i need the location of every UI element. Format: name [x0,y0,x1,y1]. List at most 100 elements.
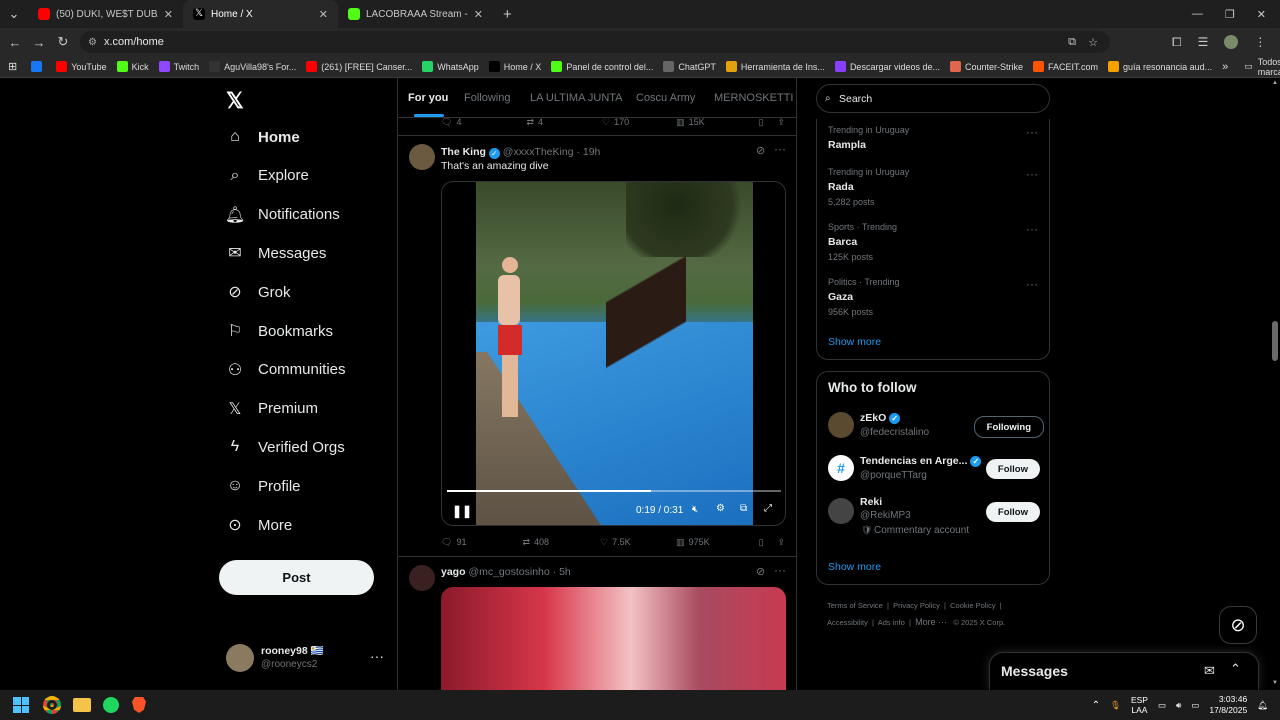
nav-item-more[interactable]: ⊙ More [226,516,292,535]
repost-icon[interactable]: ⇄ [522,537,530,548]
scroll-up-icon[interactable]: ▲ [1272,80,1278,86]
footer-link[interactable]: Cookie Policy [950,601,995,610]
author-name[interactable]: yago [441,566,466,578]
tweet[interactable]: The King ✓ @xxxxTheKing · 19h ⊘ ··· That… [398,136,796,556]
settings-icon[interactable]: ⚙ [716,503,725,514]
expand-icon[interactable]: ⌃ [1230,661,1241,677]
bookmark-item[interactable]: Twitch [158,61,199,72]
minimize-icon[interactable]: — [1192,8,1203,20]
windows-start-icon[interactable] [13,697,29,713]
tweet-time[interactable]: · 19h [576,146,600,158]
spotify-icon[interactable] [103,697,119,713]
repost-icon[interactable]: ⇄ [526,117,534,128]
media-icon[interactable]: ☰ [1198,35,1209,49]
author-handle[interactable]: @xxxxTheKing [503,146,574,158]
file-explorer-icon[interactable] [73,698,91,712]
more-dots-icon[interactable]: ··· [370,648,384,664]
tweet[interactable]: yago @mc_gostosinho · 5h ⊘ ··· [398,557,796,690]
more-dots-icon[interactable]: ··· [1026,277,1038,291]
footer-link[interactable]: Terms of Service [827,601,883,610]
follow-suggestion[interactable]: Reki @RekiMP3 🛡︎ Commentary account Foll… [828,496,1040,542]
show-more-follow-link[interactable]: Show more [828,561,881,573]
bookmark-item[interactable]: ChatGPT [663,61,716,72]
show-more-trends-link[interactable]: Show more [828,336,881,348]
more-dots-icon[interactable]: ··· [1026,167,1038,181]
bookmark-item[interactable]: Herramienta de Ins... [725,61,825,72]
scroll-down-icon[interactable]: ▼ [1272,680,1278,686]
nav-item-profile[interactable]: ☺ Profile [226,477,301,495]
footer-more-link[interactable]: More ··· [915,617,947,627]
chrome-taskbar-icon[interactable] [43,696,61,714]
more-dots-icon[interactable]: ··· [774,563,786,577]
browser-tab-kick[interactable]: LACOBRAAA Stream - Watch Li ✕ [338,0,493,28]
reply-icon[interactable]: 🗨︎ [441,117,452,128]
nav-item-messages[interactable]: ✉ Messages [226,244,326,263]
bookmark-icon[interactable]: ▯ [759,537,764,548]
more-dots-icon[interactable]: ··· [774,142,786,156]
close-window-icon[interactable]: ✕ [1257,8,1266,21]
trend-item[interactable]: Trending in Uruguay Rada 5,282 posts ··· [828,167,1038,207]
close-tab-icon[interactable]: ✕ [164,8,173,21]
install-app-icon[interactable]: ⧉ [1068,36,1076,49]
grok-explain-icon[interactable]: ⊘ [756,144,765,157]
trend-item[interactable]: Politics · Trending Gaza 956K posts ··· [828,277,1038,317]
nav-item-notifications[interactable]: 🔔︎ Notifications [225,206,340,224]
nav-item-grok[interactable]: ⊘ Grok [226,283,290,302]
nav-item-bookmarks[interactable]: ⚐ Bookmarks [226,322,333,341]
bookmark-item[interactable]: YouTube [56,61,107,72]
show-hidden-icons[interactable]: ⌃ [1092,700,1100,711]
close-tab-icon[interactable]: ✕ [474,8,483,21]
tab-following[interactable]: Following [464,92,510,104]
video-player[interactable]: ❚❚ 0:19 / 0:31 🔇︎ ⚙ ⧉ ⤢ [441,181,786,526]
avatar[interactable] [409,144,435,170]
more-dots-icon[interactable]: ··· [1026,222,1038,236]
avatar[interactable] [409,565,435,591]
reply-icon[interactable]: 🗨︎ [441,537,452,548]
tab-coscu-army[interactable]: Coscu Army [636,92,695,104]
language-indicator[interactable]: ESP LAA [1131,695,1148,715]
account-switcher[interactable]: rooney98 🇺🇾 @rooneycs2 ··· [226,642,386,678]
share-icon[interactable]: ⇪ [778,117,786,128]
nav-item-explore[interactable]: ⌕ Explore [226,167,309,185]
more-dots-icon[interactable]: ··· [1026,125,1038,139]
bookmark-item[interactable]: (261) [FREE] Canser... [306,61,412,72]
bookmark-item[interactable]: guía resonancia aud... [1108,61,1212,72]
browser-tab-x[interactable]: 𝕏 Home / X ✕ [183,0,338,28]
clock[interactable]: 3:03:46 17/8/2025 [1209,694,1247,716]
tab-la-ultima-junta[interactable]: LA ULTIMA JUNTA [530,92,623,104]
fullscreen-icon[interactable]: ⤢ [764,503,772,514]
x-logo-icon[interactable]: 𝕏 [226,88,244,114]
author-name[interactable]: The King [441,146,486,158]
reload-icon[interactable]: ↻ [51,34,75,50]
pip-icon[interactable]: ⧉ [740,503,747,514]
page-scrollbar[interactable]: ▲ ▼ [1270,78,1280,690]
address-bar[interactable]: ⚙ x.com/home ⧉ ☆ [80,31,1110,53]
views-icon[interactable]: ▥ [676,117,685,128]
new-tab-button[interactable]: + [493,0,522,28]
nav-item-verified-orgs[interactable]: ϟ Verified Orgs [226,438,345,456]
notifications-icon[interactable]: 🔔︎ [1257,700,1268,711]
forward-icon[interactable]: → [27,35,51,50]
like-icon[interactable]: ♡ [602,117,610,128]
grok-button[interactable]: ⊘ [1219,606,1257,644]
follow-suggestion[interactable]: # Tendencias en Arge... ✓ @porqueTTarg F… [828,453,1040,489]
volume-icon[interactable]: 🔊︎ [1176,700,1181,711]
footer-link[interactable]: Accessibility [827,618,868,627]
back-icon[interactable]: ← [3,35,27,50]
search-input[interactable]: ⌕ Search [816,84,1050,113]
messages-drawer[interactable]: Messages ✉ ⌃ [989,652,1259,690]
bookmark-item[interactable]: WhatsApp [422,61,479,72]
tab-search-icon[interactable]: ⌄ [0,0,28,28]
trend-item[interactable]: Sports · Trending Barca 125K posts ··· [828,222,1038,262]
network-icon[interactable]: ▭ [1158,700,1166,711]
mute-icon[interactable]: 🔇︎ [692,504,698,515]
extensions-icon[interactable]: ⧠ [1172,35,1182,50]
bookmark-item[interactable]: AguVilla98's For... [209,61,296,72]
tab-for-you[interactable]: For you [408,92,448,104]
profile-avatar[interactable] [1224,35,1239,49]
like-icon[interactable]: ♡ [600,537,608,548]
video-progress-track[interactable] [447,490,781,492]
bookmark-item[interactable]: Kick [116,61,149,72]
bookmark-item[interactable]: Counter-Strike [949,61,1023,72]
share-icon[interactable]: ⇪ [778,537,786,548]
